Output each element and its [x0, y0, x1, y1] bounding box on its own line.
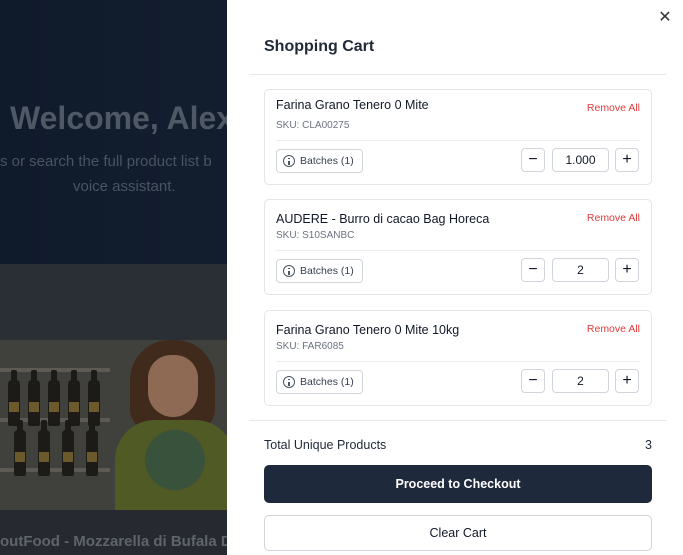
cart-item: Farina Grano Tenero 0 Mite 10kg SKU: FAR…: [264, 310, 652, 406]
product-caption: outFood - Mozzarella di Bufala DO: [0, 533, 244, 550]
hero-subtitle-line2: voice assistant.: [73, 178, 176, 195]
total-label: Total Unique Products: [264, 438, 387, 452]
item-sku: SKU: CLA00275: [276, 120, 350, 131]
cart-item: AUDERE - Burro di cacao Bag Horeca SKU: …: [264, 199, 652, 295]
increase-quantity-button[interactable]: +: [615, 148, 639, 172]
total-value: 3: [645, 438, 652, 452]
clear-cart-button[interactable]: Clear Cart: [264, 515, 652, 551]
close-icon[interactable]: ✕: [657, 10, 673, 26]
hero-title: Welcome, Alex: [10, 100, 235, 136]
item-name: Farina Grano Tenero 0 Mite: [276, 98, 429, 112]
quantity-input[interactable]: 1.000: [552, 148, 609, 172]
decrease-quantity-button[interactable]: −: [521, 369, 545, 393]
item-divider: [276, 361, 640, 362]
item-divider: [276, 250, 640, 251]
item-sku: SKU: S10SANBC: [276, 230, 355, 241]
footer-divider: [249, 420, 666, 421]
item-sku: SKU: FAR6085: [276, 341, 344, 352]
item-name: Farina Grano Tenero 0 Mite 10kg: [276, 323, 460, 337]
batches-button[interactable]: Batches (1): [276, 149, 363, 173]
info-icon: [283, 376, 295, 388]
decrease-quantity-button[interactable]: −: [521, 258, 545, 282]
batches-button[interactable]: Batches (1): [276, 259, 363, 283]
cart-drawer: ✕ Shopping Cart Farina Grano Tenero 0 Mi…: [227, 0, 683, 555]
quantity-input[interactable]: 2: [552, 369, 609, 393]
cart-title: Shopping Cart: [264, 38, 375, 55]
remove-all-button[interactable]: Remove All: [587, 212, 640, 224]
cart-item: Farina Grano Tenero 0 Mite SKU: CLA00275…: [264, 89, 652, 185]
remove-all-button[interactable]: Remove All: [587, 102, 640, 114]
batches-label: Batches (1): [300, 155, 354, 167]
item-divider: [276, 140, 640, 141]
batches-label: Batches (1): [300, 265, 354, 277]
hero-subtitle: s or search the full product list b: [0, 153, 212, 170]
remove-all-button[interactable]: Remove All: [587, 323, 640, 335]
quantity-input[interactable]: 2: [552, 258, 609, 282]
checkout-button[interactable]: Proceed to Checkout: [264, 465, 652, 503]
increase-quantity-button[interactable]: +: [615, 258, 639, 282]
batches-label: Batches (1): [300, 376, 354, 388]
decrease-quantity-button[interactable]: −: [521, 148, 545, 172]
header-divider: [249, 74, 666, 75]
increase-quantity-button[interactable]: +: [615, 369, 639, 393]
info-icon: [283, 155, 295, 167]
batches-button[interactable]: Batches (1): [276, 370, 363, 394]
info-icon: [283, 265, 295, 277]
item-name: AUDERE - Burro di cacao Bag Horeca: [276, 212, 490, 226]
